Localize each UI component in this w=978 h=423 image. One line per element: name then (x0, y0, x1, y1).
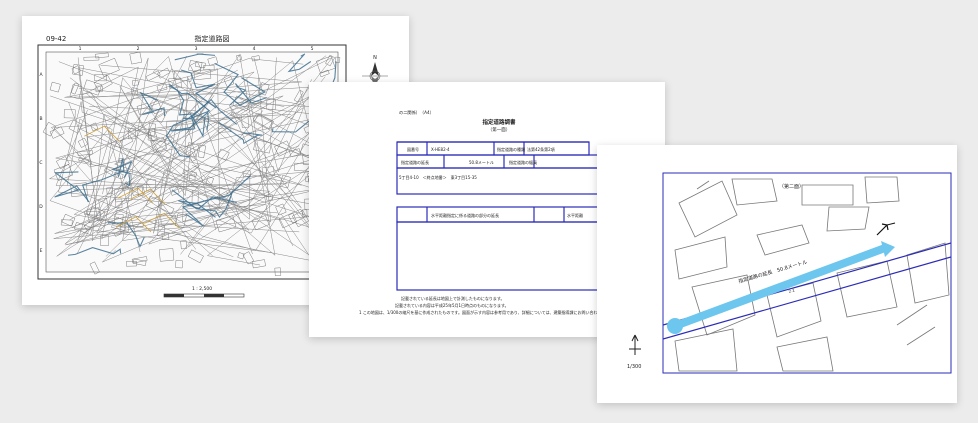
survey-subtitle: （第一面） (488, 126, 511, 133)
map-code-top: 09-42 (46, 35, 66, 43)
grid-x-label: 5 (311, 46, 314, 52)
grid-x-label: 3 (195, 46, 198, 52)
note-1: 記載されている延長は地図上で計測したものになります。 (401, 295, 504, 301)
grid-x-label: 1 (79, 46, 82, 52)
road-type-value: 法第42条第2項 (527, 146, 555, 152)
north-label: N (373, 55, 377, 61)
horizontal-label: 水平距離 (567, 212, 583, 218)
survey-header-note: の二関係） （A4） (399, 109, 434, 116)
grid-y-label: E (40, 248, 43, 254)
map-number-label: 図番号 (407, 146, 419, 152)
detail-north-arrow-icon (629, 334, 641, 355)
survey-title: 指定道路調書 (482, 118, 516, 126)
detail-scale: 1/300 (627, 364, 641, 370)
grid-y-label: D (39, 204, 43, 210)
grid-x-label: 4 (253, 46, 256, 52)
note-2: 記載されている内容は平成25年5月1日時点のものになります。 (395, 302, 509, 308)
detail-page-label: （第二面） (779, 183, 804, 190)
detail-sheet[interactable]: （第二面） 指定道路の延長 50.8メートル 2.1 1/300 (597, 145, 957, 403)
map-scale: 1 : 2,500 (192, 286, 212, 292)
scale-bar (163, 293, 245, 298)
grid-y-label: C (39, 160, 42, 166)
distance-label: 水平距離指定に係る道路の部分の延長 (431, 212, 499, 218)
address-text: 5丁目4-10 ＜終点地番＞ 東3丁目15-35 (399, 174, 477, 180)
map-title: 指定道路図 (195, 34, 230, 43)
length-value: 50.8メートル (469, 160, 494, 165)
note-3: 1 この地図は、1/300の縮尺を基に作成されたものです。図面が示す内容は参考用… (359, 309, 622, 315)
grid-y-label: B (39, 116, 42, 122)
code-value: X-HE82-4 (431, 147, 450, 152)
road-type-label: 指定道路の種類 (497, 146, 525, 152)
length-label: 指定道路の延長 (401, 159, 429, 165)
detail-drawing: （第二面） 指定道路の延長 50.8メートル 2.1 1/300 (627, 172, 952, 374)
grid-x-label: 2 (137, 46, 140, 52)
width-label: 指定道路の幅員 (509, 159, 537, 165)
